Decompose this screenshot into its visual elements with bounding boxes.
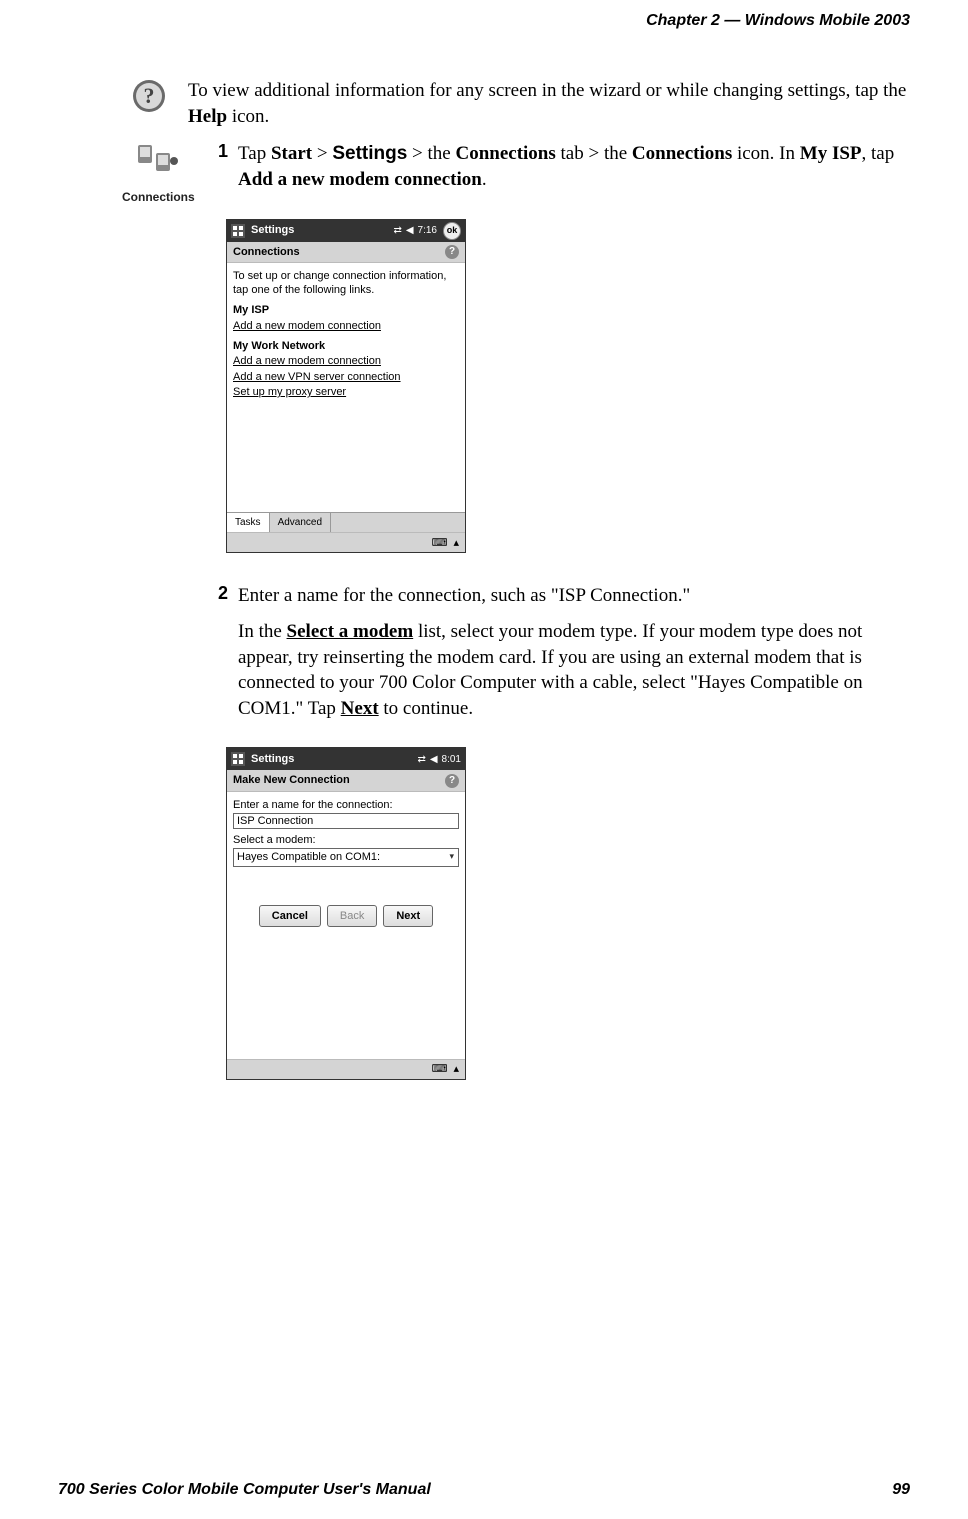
pda1-tabs: Tasks Advanced xyxy=(227,512,465,532)
t: Connections xyxy=(632,143,732,164)
step1-text: Tap Start > Settings > the Connections t… xyxy=(238,141,910,192)
t: Tap xyxy=(238,143,271,164)
t: Settings xyxy=(332,143,407,164)
svg-text:?: ? xyxy=(144,83,155,108)
pda1-titlebar: Settings ⇄ ◀ 7:16 ok xyxy=(227,220,465,242)
pda1-isp-label: My ISP xyxy=(233,303,459,317)
pda2-time: 8:01 xyxy=(442,753,461,766)
pda1-bottombar: ⌨ ▴ xyxy=(227,532,465,552)
pda1-title: Settings xyxy=(251,223,387,237)
connections-icon: Connections xyxy=(122,141,194,1110)
t: , tap xyxy=(862,143,895,164)
pda2-body: Enter a name for the connection: Select … xyxy=(227,792,465,1059)
t: Add a new modem connection xyxy=(238,169,482,190)
pda2-label-name: Enter a name for the connection: xyxy=(233,798,459,812)
pda1-intro: To set up or change connection informati… xyxy=(233,269,459,298)
t: to continue. xyxy=(379,698,473,719)
pda1-subhead-text: Connections xyxy=(233,245,300,259)
t: In the xyxy=(238,621,287,642)
keyboard-icon[interactable]: ⌨ xyxy=(432,1062,448,1076)
chevron-down-icon: ▾ xyxy=(449,851,454,863)
t: Next xyxy=(341,698,379,719)
t: . xyxy=(482,169,487,190)
up-arrow-icon[interactable]: ▴ xyxy=(453,1062,459,1076)
connection-name-input[interactable] xyxy=(233,813,459,829)
start-flag-icon[interactable] xyxy=(231,224,245,238)
help-bold: Help xyxy=(188,106,227,127)
pda1-status: ⇄ ◀ 7:16 xyxy=(393,224,437,237)
t: Select a modem xyxy=(287,621,414,642)
t: > the xyxy=(407,143,455,164)
step1-row: Connections 1 Tap Start > Settings > the… xyxy=(128,141,910,1110)
select-modem-dropdown[interactable]: Hayes Compatible on COM1: ▾ xyxy=(233,848,459,866)
main-content: ? To view additional information for any… xyxy=(128,78,910,1110)
t: My ISP xyxy=(800,143,862,164)
step2-para2: In the Select a modem list, select your … xyxy=(238,619,910,722)
step2-text: Enter a name for the connection, such as… xyxy=(238,583,910,721)
pda2-subhead: Make New Connection ? xyxy=(227,770,465,791)
help-pre: To view additional information for any s… xyxy=(188,80,906,101)
t: Connections xyxy=(455,143,555,164)
help-icon: ? xyxy=(128,78,170,129)
step2-line1: Enter a name for the connection, such as… xyxy=(238,583,910,609)
cancel-button[interactable]: Cancel xyxy=(259,905,321,927)
connections-icon-label: Connections xyxy=(122,190,194,204)
pda2-label-modem: Select a modem: xyxy=(233,833,459,847)
tab-tasks[interactable]: Tasks xyxy=(227,513,270,532)
pda1-time: 7:16 xyxy=(418,224,437,237)
page-footer-left: 700 Series Color Mobile Computer User's … xyxy=(58,1481,431,1499)
back-button: Back xyxy=(327,905,377,927)
pda2-bottombar: ⌨ ▴ xyxy=(227,1059,465,1079)
signal-icon: ⇄ xyxy=(417,753,425,766)
pda1-subhead: Connections ? xyxy=(227,242,465,263)
keyboard-icon[interactable]: ⌨ xyxy=(432,536,448,550)
t: icon. In xyxy=(732,143,800,164)
pda2-status: ⇄ ◀ 8:01 xyxy=(417,753,461,766)
t: Start xyxy=(271,143,312,164)
ok-button[interactable]: ok xyxy=(443,222,461,240)
help-icon[interactable]: ? xyxy=(445,245,459,259)
speaker-icon: ◀ xyxy=(406,224,414,237)
pda1-work-label: My Work Network xyxy=(233,339,459,353)
t: tab > the xyxy=(556,143,632,164)
signal-icon: ⇄ xyxy=(393,224,401,237)
help-note-row: ? To view additional information for any… xyxy=(128,78,910,129)
pda2-subhead-text: Make New Connection xyxy=(233,773,350,787)
pda-screenshot-make-new-connection: Settings ⇄ ◀ 8:01 Make New Connection ? … xyxy=(226,747,466,1079)
pda2-title: Settings xyxy=(251,752,411,766)
page-footer-right: 99 xyxy=(892,1481,910,1499)
tab-advanced[interactable]: Advanced xyxy=(270,513,331,532)
pda-screenshot-connections: Settings ⇄ ◀ 7:16 ok Connections ? To se… xyxy=(226,219,466,554)
start-flag-icon[interactable] xyxy=(231,752,245,766)
setup-proxy-link[interactable]: Set up my proxy server xyxy=(233,385,459,399)
select-modem-value: Hayes Compatible on COM1: xyxy=(237,851,380,863)
help-icon[interactable]: ? xyxy=(445,774,459,788)
help-note-text: To view additional information for any s… xyxy=(188,78,910,129)
speaker-icon: ◀ xyxy=(430,753,438,766)
add-modem-work-link[interactable]: Add a new modem connection xyxy=(233,354,459,368)
pda1-body: To set up or change connection informati… xyxy=(227,263,465,512)
help-post: icon. xyxy=(227,106,269,127)
page-header: Chapter 2 — Windows Mobile 2003 xyxy=(646,12,910,30)
up-arrow-icon[interactable]: ▴ xyxy=(453,536,459,550)
pda2-titlebar: Settings ⇄ ◀ 8:01 xyxy=(227,748,465,770)
t: > xyxy=(312,143,332,164)
step2-number: 2 xyxy=(212,583,228,721)
add-modem-isp-link[interactable]: Add a new modem connection xyxy=(233,319,459,333)
step1-number: 1 xyxy=(212,141,228,192)
add-vpn-link[interactable]: Add a new VPN server connection xyxy=(233,370,459,384)
next-button[interactable]: Next xyxy=(383,905,433,927)
